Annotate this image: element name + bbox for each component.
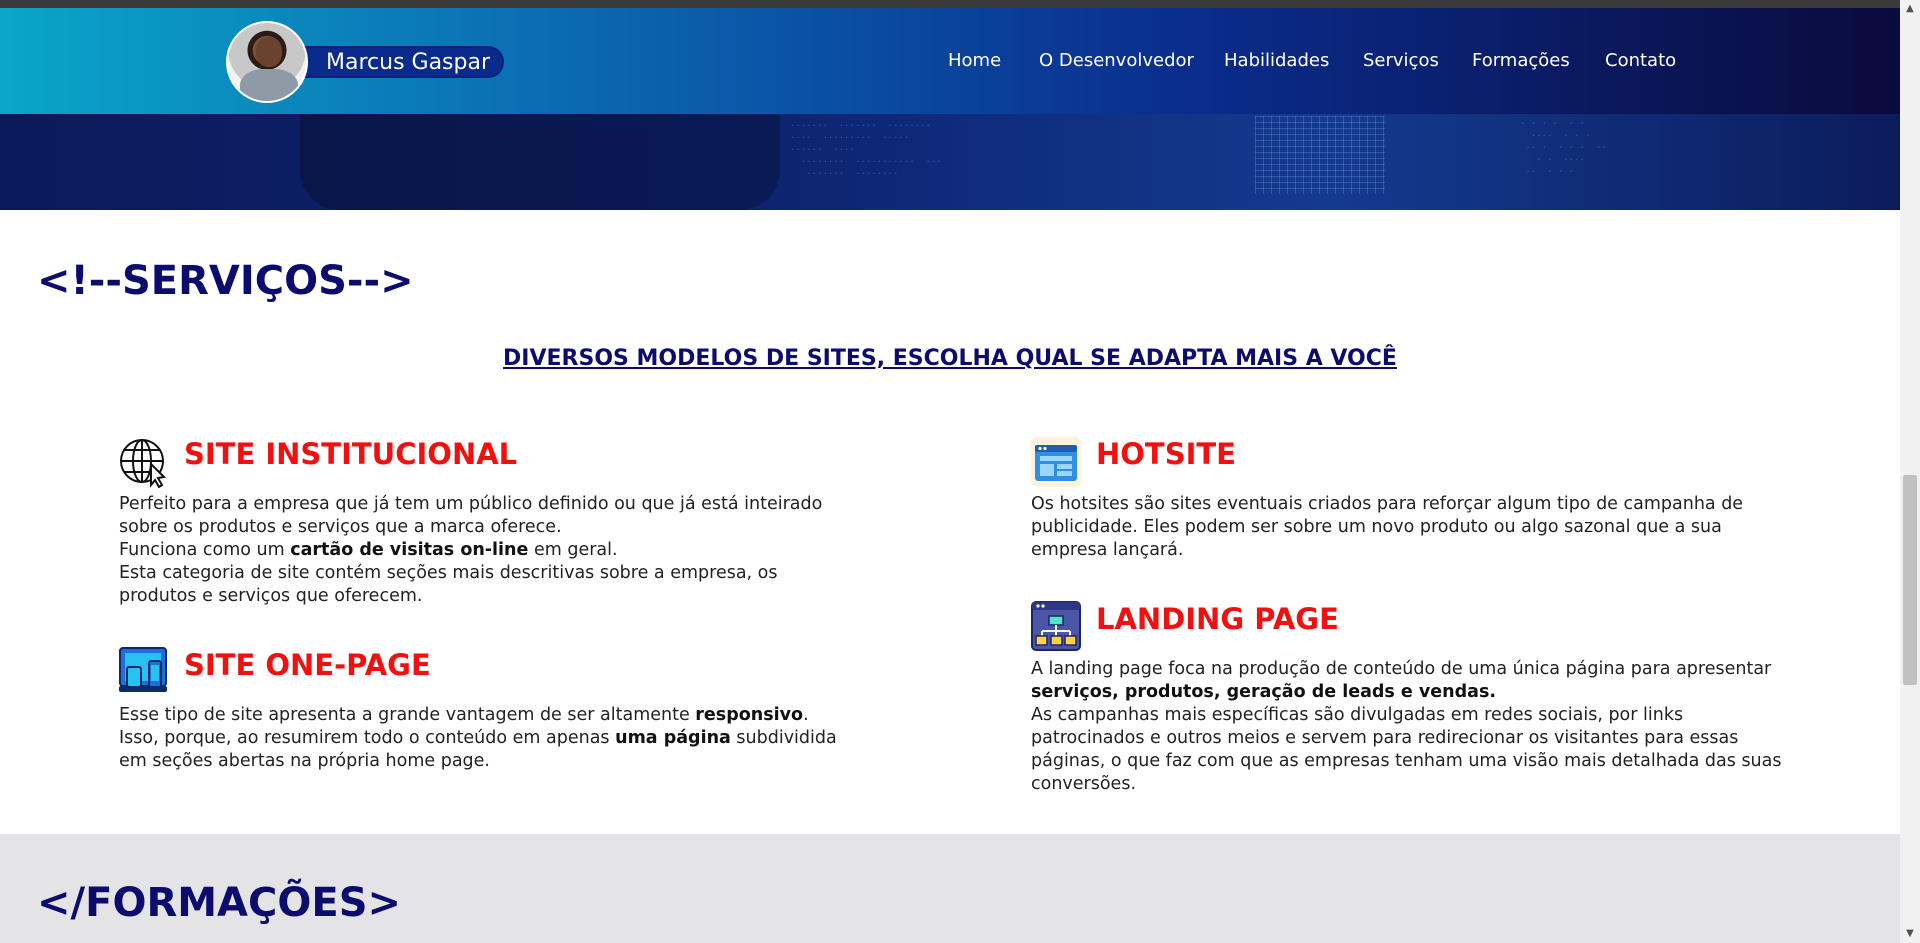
nav-servicos[interactable]: Serviços: [1363, 50, 1439, 71]
card-text-line: A landing page foca na produção de conte…: [1031, 659, 1772, 679]
nav-formacoes[interactable]: Formações: [1472, 50, 1570, 71]
card-text-bold: responsivo: [695, 705, 804, 725]
scrollbar-track[interactable]: [1900, 0, 1920, 943]
nav-home[interactable]: Home: [948, 50, 1001, 71]
card-title-site-institucional: SITE INSTITUCIONAL: [184, 437, 518, 471]
main-nav: Home O Desenvolvedor Habilidades Serviço…: [0, 8, 1900, 114]
hero-code-decoration-right: . . . . . . .... . . . .. . . . . .. . .…: [1520, 117, 1607, 175]
card-text-line: Esse tipo de site apresenta a grande van…: [119, 705, 696, 725]
card-title-hotsite: HOTSITE: [1096, 437, 1236, 471]
card-title-landing-page: LANDING PAGE: [1096, 602, 1339, 636]
card-text-line: Funciona como um: [119, 540, 291, 560]
globe-cursor-icon: [120, 439, 167, 488]
card-text-bold: uma página: [615, 728, 731, 748]
hero-shade: [300, 114, 780, 210]
responsive-devices-icon: [119, 647, 167, 692]
card-text-site-one-page: Esse tipo de site apresenta a grande van…: [119, 704, 859, 773]
nav-contato[interactable]: Contato: [1605, 50, 1676, 71]
nav-habilidades[interactable]: Habilidades: [1224, 50, 1329, 71]
card-text-landing-page: A landing page foca na produção de conte…: [1031, 658, 1791, 796]
browser-window-icon: [1031, 437, 1081, 487]
card-text-line: Perfeito para a empresa que já tem um pú…: [119, 494, 823, 537]
hero-grid-decoration: [1255, 116, 1385, 194]
scroll-up-arrow-icon[interactable]: ▲: [1903, 2, 1917, 16]
card-text-bold: cartão de visitas on-line: [290, 540, 529, 560]
services-section-title: <!--SERVIÇOS-->: [37, 258, 414, 304]
card-text-line: Isso, porque, ao resumirem todo o conteú…: [119, 728, 616, 748]
sitemap-icon: [1031, 601, 1081, 651]
card-text-bold: serviços, produtos, geração de leads e v…: [1031, 682, 1497, 702]
scrollbar-thumb[interactable]: [1903, 475, 1917, 685]
scroll-down-arrow-icon[interactable]: ▼: [1903, 927, 1917, 941]
browser-top-edge: [0, 0, 1900, 8]
card-text-line: As campanhas mais específicas são divulg…: [1031, 705, 1782, 794]
card-text-line: Os hotsites são sites eventuais criados …: [1031, 494, 1744, 560]
card-text-line: .: [803, 705, 809, 725]
services-subtitle[interactable]: DIVERSOS MODELOS DE SITES, ESCOLHA QUAL …: [0, 346, 1900, 371]
card-text-line: Esta categoria de site contém seções mai…: [119, 563, 778, 606]
card-text-line: em geral.: [528, 540, 618, 560]
site-header: Marcus Gaspar Home O Desenvolvedor Habil…: [0, 8, 1900, 114]
formacoes-section-title: </FORMAÇÕES>: [37, 880, 402, 926]
card-text-site-institucional: Perfeito para a empresa que já tem um pú…: [119, 493, 859, 608]
card-text-hotsite: Os hotsites são sites eventuais criados …: [1031, 493, 1791, 562]
nav-o-desenvolvedor[interactable]: O Desenvolvedor: [1039, 50, 1194, 71]
hero-code-decoration: ....... ....... ........ .... ......... …: [790, 119, 942, 177]
hero-background: ....... ....... ........ .... ......... …: [0, 114, 1900, 210]
card-title-site-one-page: SITE ONE-PAGE: [184, 648, 431, 682]
